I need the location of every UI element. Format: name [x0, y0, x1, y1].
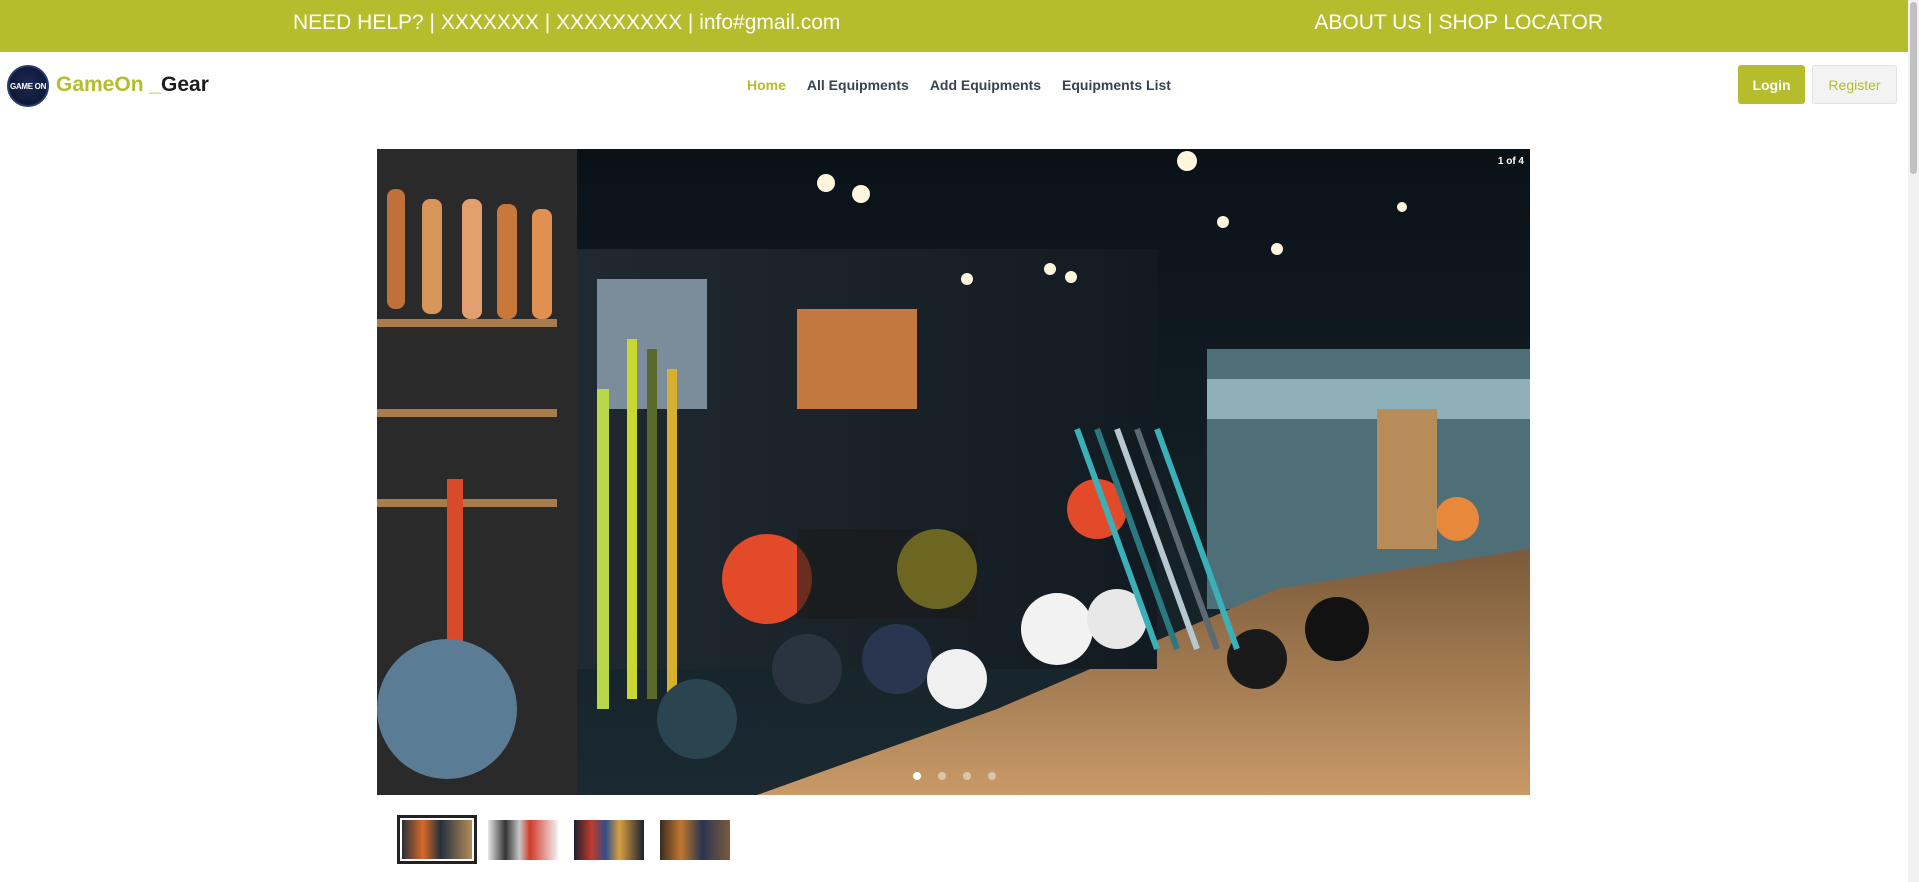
brand-logo[interactable]: GAME ON [7, 65, 49, 107]
thumbnail-3[interactable] [574, 819, 644, 860]
carousel-dots [913, 772, 996, 780]
top-info-bar: NEED HELP? | XXXXXXX | XXXXXXXXX | info#… [0, 0, 1908, 52]
brand-name-part3: Gear [161, 73, 209, 96]
nav-add-equipments[interactable]: Add Equipments [930, 77, 1041, 93]
slide-counter: 1 of 4 [1497, 156, 1524, 167]
register-button[interactable]: Register [1812, 65, 1897, 104]
thumbnail-1[interactable] [397, 815, 477, 864]
main-nav: Home All Equipments Add Equipments Equip… [747, 77, 1192, 93]
help-contact-text: NEED HELP? | XXXXXXX | XXXXXXXXX | info#… [293, 11, 841, 34]
carousel-thumbnails [397, 815, 746, 864]
brand-name-part2: _ [143, 73, 162, 96]
logo-text: GAME ON [9, 81, 47, 91]
store-interior-image [377, 149, 1530, 795]
carousel-dot-4[interactable] [988, 772, 996, 780]
carousel-dot-2[interactable] [938, 772, 946, 780]
nav-equipments-list[interactable]: Equipments List [1062, 77, 1171, 93]
carousel-dot-3[interactable] [963, 772, 971, 780]
thumbnail-2[interactable] [488, 819, 558, 860]
brand-name-part1: GameOn [56, 73, 144, 96]
nav-all-equipments[interactable]: All Equipments [807, 77, 909, 93]
nav-home[interactable]: Home [747, 77, 786, 93]
about-shop-links[interactable]: ABOUT US | SHOP LOCATOR [1314, 11, 1603, 35]
carousel-dot-1[interactable] [913, 772, 921, 780]
brand-name[interactable]: GameOn _Gear [56, 73, 209, 97]
scrollbar-thumb[interactable] [1910, 2, 1917, 174]
page-scrollbar[interactable] [1908, 0, 1919, 882]
thumbnail-4[interactable] [660, 819, 730, 860]
login-button[interactable]: Login [1738, 65, 1805, 104]
navbar: GAME ON GameOn _Gear Home All Equipments… [0, 52, 1908, 117]
hero-carousel[interactable]: 1 of 4 [377, 149, 1530, 795]
